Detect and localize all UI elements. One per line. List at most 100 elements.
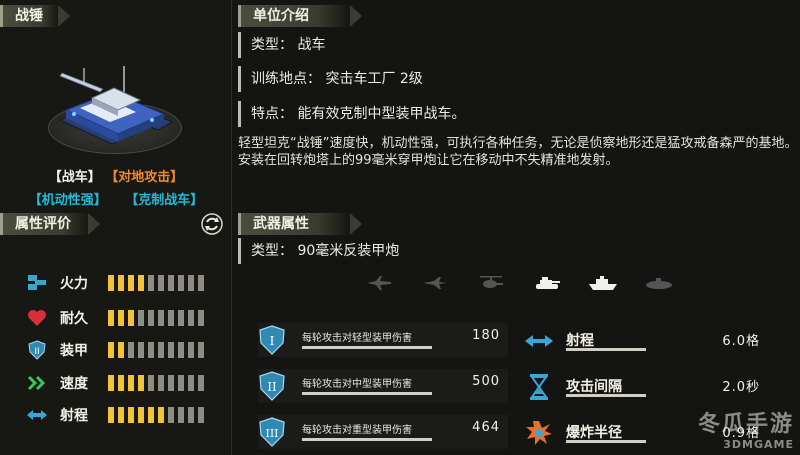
rating-bar-empty	[168, 407, 174, 423]
rating-bar-filled	[108, 342, 114, 358]
stat-underline	[566, 440, 646, 443]
hourglass-icon	[524, 373, 554, 401]
attribute-speed: 速度	[26, 372, 208, 394]
explosion-icon	[524, 419, 554, 447]
info-key: 类型：	[251, 37, 293, 53]
armor-shield-icon: II	[26, 339, 48, 361]
helicopter-icon	[476, 273, 506, 293]
rating-bar-filled	[138, 407, 144, 423]
weapon-header: 武器属性	[238, 213, 362, 235]
info-value: 突击车工厂 2级	[325, 71, 423, 87]
watermark-site: 3DMGAME	[723, 438, 794, 451]
rating-bar-empty	[198, 342, 204, 358]
stat-underline	[566, 348, 646, 351]
rating-bar-filled	[158, 407, 164, 423]
rating-bar-empty	[148, 342, 154, 358]
unit-tags-row-2: 【机动性强】 【克制战车】	[0, 189, 232, 208]
tag-vehicle: 【战车】	[48, 170, 101, 185]
attributes-header: 属性评价	[0, 213, 100, 235]
rating-bar-filled	[118, 407, 124, 423]
submarine-icon	[644, 273, 674, 293]
rating-bar-empty	[178, 342, 184, 358]
damage-value: 180	[472, 328, 500, 343]
range-arrows-icon	[26, 404, 48, 426]
info-type-row: 类型： 战车	[238, 32, 800, 58]
info-training-row: 训练地点： 突击车工厂 2级	[238, 66, 800, 92]
attributes-title: 属性评价	[15, 216, 71, 232]
stat-label: 射程	[566, 333, 594, 349]
damage-label: 每轮攻击对重型装甲伤害	[302, 425, 412, 436]
rating-bar-empty	[158, 310, 164, 326]
attribute-label: 耐久	[60, 311, 88, 327]
stat-underline	[302, 392, 432, 395]
rating-bar-filled	[118, 342, 124, 358]
damage-value: 500	[472, 374, 500, 389]
rating-bar-empty	[148, 310, 154, 326]
rating-bar-filled	[108, 275, 114, 291]
damage-label: 每轮攻击对轻型装甲伤害	[302, 333, 412, 344]
rating-bar-empty	[158, 275, 164, 291]
rating-bar-filled	[128, 375, 134, 391]
heart-icon	[26, 307, 48, 329]
stat-value: 2.0秒	[722, 380, 760, 395]
info-value: 90毫米反装甲炮	[297, 243, 400, 259]
damage-light-armor: I 每轮攻击对轻型装甲伤害 180	[258, 323, 508, 357]
attribute-bars	[108, 275, 208, 291]
rating-bar-empty	[158, 342, 164, 358]
attribute-range: 射程	[26, 404, 208, 426]
rating-bar-empty	[148, 275, 154, 291]
rating-bar-empty	[148, 375, 154, 391]
damage-label: 每轮攻击对中型装甲伤害	[302, 379, 412, 390]
rating-bar-filled	[118, 375, 124, 391]
attribute-bars	[108, 407, 208, 423]
rating-bar-empty	[188, 275, 194, 291]
attribute-firepower: 火力	[26, 272, 208, 294]
rating-bar-empty	[178, 407, 184, 423]
rating-bar-filled	[118, 275, 124, 291]
rating-bar-empty	[138, 310, 144, 326]
rating-bar-empty	[128, 342, 134, 358]
unit-portrait	[40, 58, 190, 158]
weapon-type-row: 类型： 90毫米反装甲炮	[238, 238, 800, 264]
range-arrows-icon	[524, 327, 554, 355]
info-key: 类型：	[251, 243, 293, 259]
weapon-title: 武器属性	[253, 216, 309, 232]
rating-bar-empty	[158, 375, 164, 391]
unit-name-header: 战锤	[0, 5, 70, 27]
rating-bar-empty	[188, 407, 194, 423]
stat-label: 爆炸半径	[566, 425, 622, 441]
jet-icon	[364, 273, 394, 293]
rating-bar-empty	[178, 375, 184, 391]
watermark-brand: 冬瓜手游	[697, 412, 794, 437]
info-value: 能有效克制中型装甲战车。	[297, 106, 466, 122]
rating-bar-empty	[138, 342, 144, 358]
stat-range: 射程 6.0格	[524, 325, 764, 359]
attribute-label: 速度	[60, 376, 88, 392]
rating-bar-filled	[108, 407, 114, 423]
svg-text:III: III	[265, 427, 278, 440]
rating-bar-empty	[198, 407, 204, 423]
info-key: 特点：	[251, 106, 293, 122]
rating-bar-empty	[198, 310, 204, 326]
detail-panel: 单位介绍 类型： 战车 训练地点： 突击车工厂 2级 特点： 能有效克制中型装甲…	[238, 0, 800, 455]
stat-underline	[302, 346, 432, 349]
stat-value: 6.0格	[722, 334, 760, 349]
damage-value: 464	[472, 420, 500, 435]
svg-text:I: I	[270, 334, 275, 348]
intro-header: 单位介绍	[238, 5, 362, 27]
rating-bar-empty	[188, 310, 194, 326]
stat-attack-interval: 攻击间隔 2.0秒	[524, 371, 764, 405]
rating-bar-filled	[138, 275, 144, 291]
speed-chevron-icon	[26, 372, 48, 394]
attribute-bars	[108, 310, 208, 326]
damage-medium-armor: II 每轮攻击对中型装甲伤害 500	[258, 369, 508, 403]
target-type-icons	[364, 273, 700, 293]
tank-icon	[532, 273, 562, 293]
svg-text:II: II	[34, 347, 39, 357]
rating-bar-empty	[168, 310, 174, 326]
stat-underline	[566, 394, 646, 397]
info-feature-row: 特点： 能有效克制中型装甲战车。	[238, 101, 800, 127]
rating-bar-empty	[168, 342, 174, 358]
rating-bar-filled	[148, 407, 154, 423]
refresh-icon[interactable]	[200, 212, 224, 236]
